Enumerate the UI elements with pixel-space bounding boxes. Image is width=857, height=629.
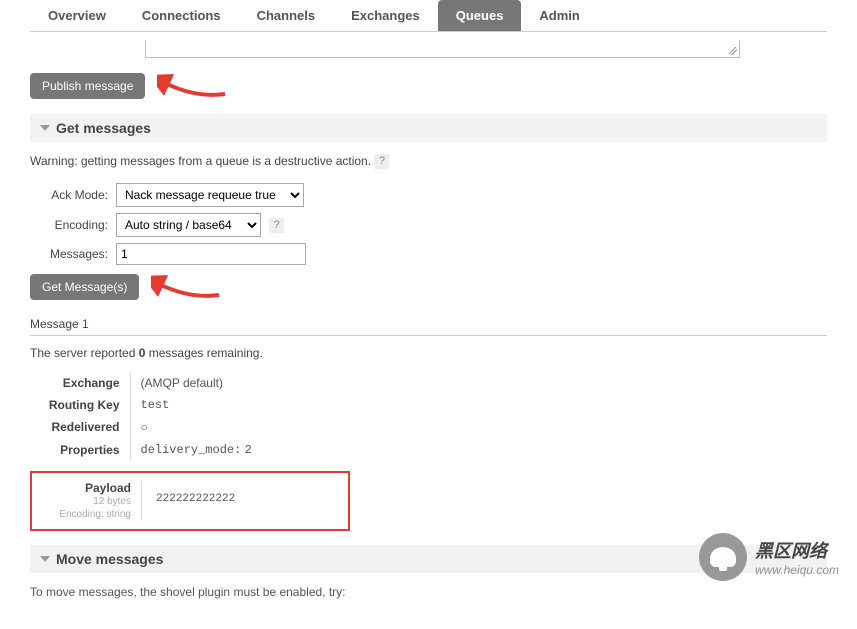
watermark: 黑区网络 www.heiqu.com	[699, 533, 839, 581]
messages-input[interactable]	[116, 243, 306, 265]
payload-block: Payload 12 bytes Encoding: string 222222…	[30, 471, 350, 531]
payload-value: 222222222222	[156, 481, 235, 521]
get-messages-button[interactable]: Get Message(s)	[30, 274, 139, 300]
section-get-messages[interactable]: Get messages	[30, 114, 827, 142]
tab-overview[interactable]: Overview	[30, 0, 124, 31]
tab-admin[interactable]: Admin	[521, 0, 597, 31]
watermark-title: 黑区网络	[755, 537, 839, 563]
detail-val-properties: delivery_mode: 2	[130, 438, 827, 461]
publish-message-button[interactable]: Publish message	[30, 73, 145, 99]
collapse-icon	[40, 556, 50, 562]
encoding-select[interactable]: Auto string / base64	[116, 213, 261, 237]
message-details-table: Exchange (AMQP default) Routing Key test…	[30, 372, 827, 461]
detail-key-routing: Routing Key	[30, 394, 130, 416]
section-title: Get messages	[56, 120, 151, 136]
detail-key-exchange: Exchange	[30, 372, 130, 394]
remaining-text: The server reported 0 messages remaining…	[30, 346, 827, 360]
collapse-icon	[40, 125, 50, 131]
move-note: To move messages, the shovel plugin must…	[30, 585, 827, 599]
detail-val-redelivered: ○	[130, 416, 827, 438]
tab-queues[interactable]: Queues	[438, 0, 522, 31]
watermark-logo-icon	[699, 533, 747, 581]
help-icon[interactable]: ?	[374, 154, 389, 169]
detail-key-properties: Properties	[30, 438, 130, 461]
detail-val-routing: test	[130, 394, 827, 416]
watermark-url: www.heiqu.com	[755, 563, 839, 577]
payload-bytes: 12 bytes	[42, 495, 131, 508]
tab-connections[interactable]: Connections	[124, 0, 239, 31]
annotation-arrow-icon	[151, 273, 221, 301]
warning-text: Warning: getting messages from a queue i…	[30, 154, 371, 168]
detail-val-exchange: (AMQP default)	[130, 372, 827, 394]
tab-channels[interactable]: Channels	[239, 0, 334, 31]
encoding-label: Encoding:	[30, 218, 108, 232]
ack-mode-select[interactable]: Nack message requeue true	[116, 183, 304, 207]
ack-mode-label: Ack Mode:	[30, 188, 108, 202]
payload-encoding: Encoding: string	[42, 508, 131, 521]
payload-title: Payload	[42, 481, 131, 495]
annotation-arrow-icon	[157, 72, 227, 100]
detail-key-redelivered: Redelivered	[30, 416, 130, 438]
help-icon[interactable]: ?	[269, 218, 284, 233]
payload-textarea[interactable]	[145, 40, 740, 58]
nav-tabs: Overview Connections Channels Exchanges …	[30, 0, 827, 32]
section-title: Move messages	[56, 551, 163, 567]
message-heading: Message 1	[30, 311, 827, 336]
tab-exchanges[interactable]: Exchanges	[333, 0, 438, 31]
messages-label: Messages:	[30, 247, 108, 261]
